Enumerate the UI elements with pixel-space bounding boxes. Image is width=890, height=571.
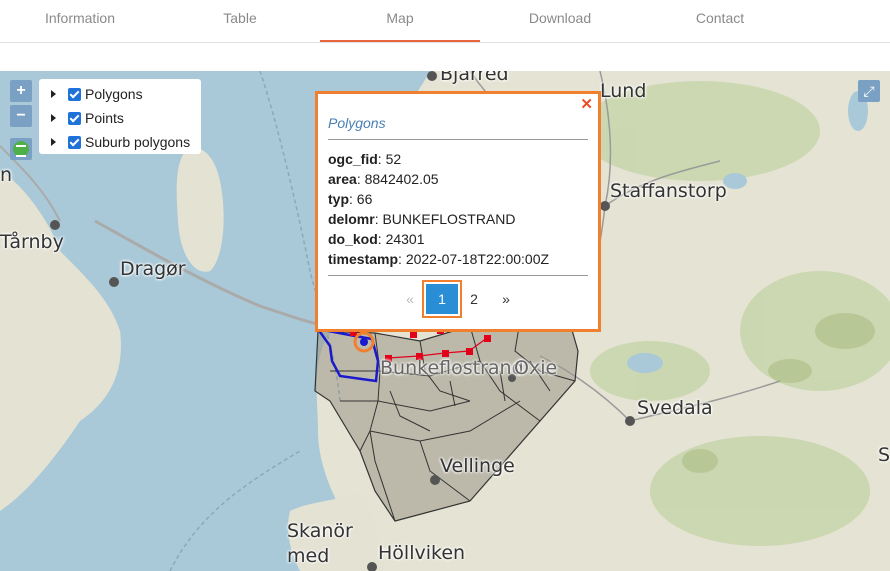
expand-caret-icon[interactable] [51, 90, 56, 98]
attribute-row: do_kod: 24301 [328, 231, 425, 247]
fullscreen-button[interactable]: ⤢ [858, 80, 880, 102]
attribute-row: area: 8842402.05 [328, 171, 439, 187]
popup-attributes: ogc_fid: 52 area: 8842402.05 typ: 66 del… [328, 149, 549, 269]
place-label-dragor: Dragør [120, 258, 186, 280]
pagination-page-1[interactable]: 1 [422, 280, 462, 318]
attribute-row: timestamp: 2022-07-18T22:00:00Z [328, 251, 550, 267]
attribute-key: area [328, 171, 357, 187]
place-label-tarnby: Tårnby [0, 231, 64, 253]
attribute-value: 8842402.05 [364, 171, 439, 187]
place-label-vellinge: Vellinge [440, 455, 515, 477]
attribute-key: delomr [328, 211, 375, 227]
place-label-skanor: Skanör [287, 520, 353, 542]
zoom-out-button[interactable]: − [10, 105, 32, 127]
place-label-svedala: Svedala [637, 397, 713, 419]
pagination-prev-button[interactable]: « [394, 284, 426, 314]
expand-caret-icon[interactable] [51, 138, 56, 146]
map-canvas[interactable]: Bjärred Lund Staffanstorp Tårnby Dragør … [0, 71, 890, 571]
place-label-hollviken: Höllviken [378, 542, 466, 564]
attribute-row: typ: 66 [328, 191, 373, 207]
layer-tree: Polygons Points Suburb polygons [39, 79, 201, 154]
attribute-row: delomr: BUNKEFLOSTRAND [328, 211, 516, 227]
attribute-key: ogc_fid [328, 151, 378, 167]
tab-table[interactable]: Table [160, 0, 320, 42]
layer-switcher-button[interactable] [10, 138, 32, 160]
attribute-value: 52 [385, 151, 402, 167]
layer-checkbox-suburb-polygons[interactable] [68, 135, 81, 149]
attribute-key: typ [328, 191, 349, 207]
attribute-key: timestamp [328, 251, 399, 267]
pagination-next-button[interactable]: » [490, 284, 522, 314]
place-label-bjarred: Bjärred [440, 71, 509, 85]
layers-icon [13, 141, 29, 157]
popup-close-button[interactable]: ✕ [580, 95, 593, 113]
layer-item-points: Points [39, 106, 201, 130]
attribute-value: BUNKEFLOSTRAND [382, 211, 516, 227]
divider [328, 275, 588, 276]
tab-information[interactable]: Information [0, 0, 160, 42]
place-label-oxie: Oxie [514, 357, 558, 379]
place-label-bunkeflostrand: Bunkeflostrand [380, 357, 524, 379]
pagination-page-2[interactable]: 2 [458, 284, 490, 314]
layer-label: Points [85, 110, 124, 126]
expand-icon: ⤢ [863, 83, 875, 99]
layer-item-polygons: Polygons [39, 82, 201, 106]
tab-bar: Information Table Map Download Contact [0, 0, 890, 43]
tab-contact[interactable]: Contact [640, 0, 800, 42]
zoom-in-button[interactable]: + [10, 80, 32, 102]
tab-map[interactable]: Map [320, 0, 480, 42]
attribute-value: 66 [356, 191, 373, 207]
place-label-partial-s: S [878, 444, 890, 466]
place-label-partial-n: n [0, 164, 13, 186]
attribute-row: ogc_fid: 52 [328, 151, 402, 167]
tab-download[interactable]: Download [480, 0, 640, 42]
layer-item-suburb-polygons: Suburb polygons [39, 130, 201, 154]
expand-caret-icon[interactable] [51, 114, 56, 122]
popup-pagination: « 1 2 » [394, 280, 522, 318]
place-label-skanor-med: med [287, 545, 330, 567]
attribute-value: 2022-07-18T22:00:00Z [405, 251, 550, 267]
layer-label: Polygons [85, 86, 143, 102]
layer-label: Suburb polygons [85, 134, 191, 150]
divider [328, 139, 588, 140]
popup-title: Polygons [328, 115, 386, 131]
attribute-value: 24301 [385, 231, 425, 247]
zoom-control: + − [10, 80, 32, 130]
place-label-staffanstorp: Staffanstorp [610, 180, 727, 202]
layer-checkbox-polygons[interactable] [68, 87, 81, 101]
attribute-key: do_kod [328, 231, 378, 247]
place-label-lund: Lund [600, 80, 647, 102]
layer-checkbox-points[interactable] [68, 111, 81, 125]
feature-popup: ✕ Polygons ogc_fid: 52 area: 8842402.05 … [315, 91, 601, 332]
